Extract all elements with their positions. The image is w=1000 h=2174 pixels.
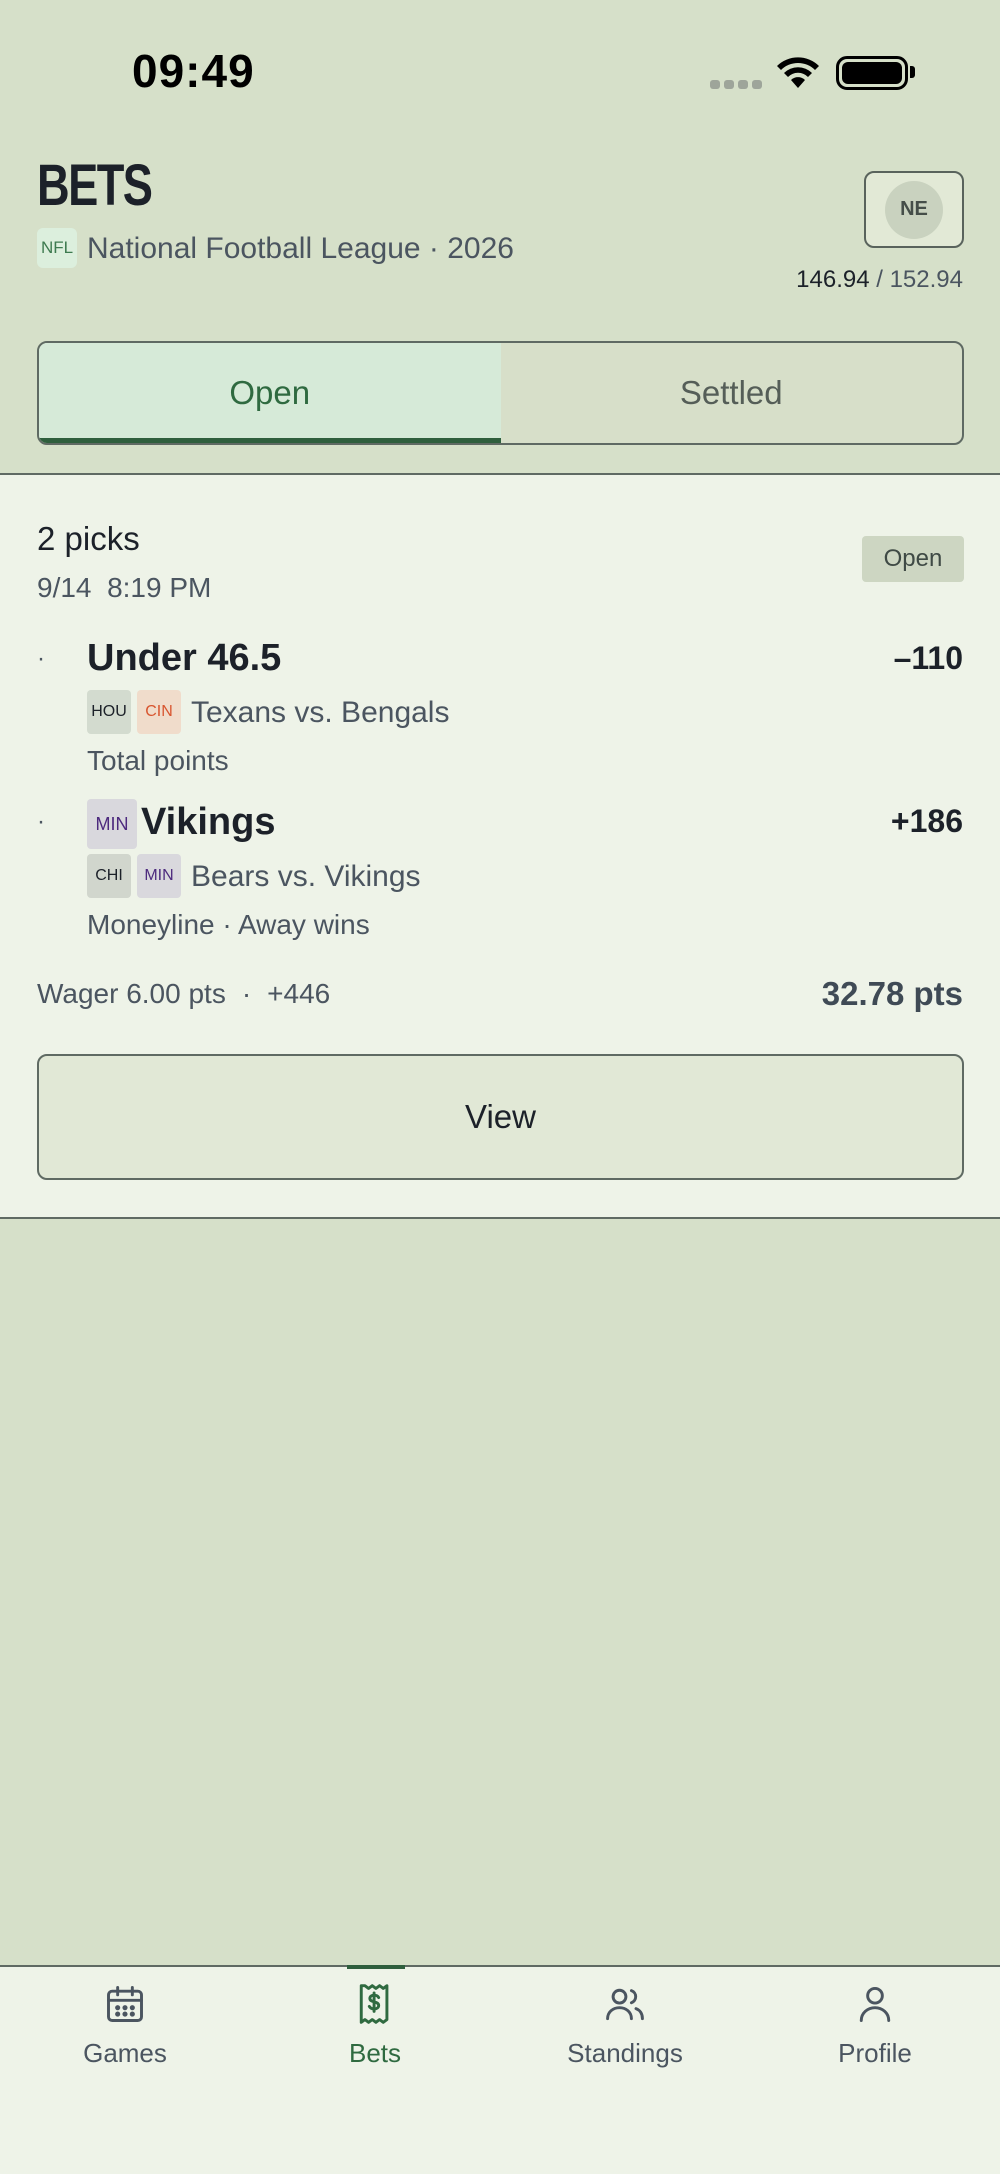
- leg-matchup: Bears vs. Vikings: [191, 860, 421, 893]
- bet-time: 8:19 PM: [107, 572, 212, 603]
- leg-odds: –110: [893, 640, 963, 676]
- points-balance: 146.94 / 152.94: [796, 266, 963, 294]
- team-chip-chi: CHI: [87, 854, 131, 898]
- league-badge: NFL: [37, 228, 77, 268]
- tab-standings[interactable]: Standings: [500, 1982, 750, 2069]
- battery-tip: [910, 66, 915, 78]
- battery-icon: [836, 56, 908, 90]
- tab-open[interactable]: Open: [39, 343, 501, 443]
- user-icon: [859, 1986, 891, 2022]
- receipt-dollar-icon: [359, 1984, 389, 2024]
- points-total: / 152.94: [876, 266, 963, 293]
- leg-market: Total points: [87, 745, 229, 776]
- separator-dot: ·: [241, 978, 252, 1009]
- cellular-signal-icon: [710, 80, 762, 89]
- leg-odds: +186: [890, 803, 963, 839]
- team-chip-cin: CIN: [137, 690, 181, 734]
- leg-title: Under 46.5: [87, 637, 282, 679]
- tab-label: Games: [83, 2038, 167, 2068]
- team-chip-hou: HOU: [87, 690, 131, 734]
- tab-label: Bets: [348, 2038, 402, 2068]
- tab-label: Profile: [838, 2038, 912, 2068]
- view-button[interactable]: View: [37, 1054, 964, 1180]
- leg-bullet: ·: [37, 645, 45, 672]
- users-icon: [606, 1988, 644, 2021]
- league-name: National Football League · 2026: [87, 232, 514, 265]
- tab-label: Standings: [567, 2038, 683, 2068]
- leg-matchup: Texans vs. Bengals: [191, 696, 450, 729]
- tab-profile[interactable]: Profile: [750, 1982, 1000, 2069]
- tab-settled[interactable]: Settled: [501, 343, 963, 443]
- team-chip-min: MIN: [87, 799, 137, 849]
- potential-payout: 32.78 pts: [821, 975, 963, 1012]
- status-badge: Open: [862, 536, 964, 582]
- bet-date: 9/14: [37, 572, 92, 603]
- bets-filter-tabs: Open Settled: [37, 341, 964, 445]
- page-title: BETS: [37, 153, 153, 218]
- wager-summary: Wager 6.00 pts · +446: [37, 978, 330, 1010]
- bet-datetime: 9/14 8:19 PM: [37, 572, 211, 604]
- wager-amount: Wager 6.00 pts: [37, 978, 226, 1009]
- status-time: 09:49: [132, 45, 255, 97]
- leg-title: Vikings: [141, 801, 276, 843]
- points-current: 146.94: [796, 266, 870, 293]
- wifi-icon: [774, 54, 822, 95]
- team-avatar: NE: [885, 180, 943, 239]
- combined-odds: +446: [267, 978, 331, 1009]
- tab-games[interactable]: Games: [0, 1982, 250, 2069]
- leg-market: Moneyline · Away wins: [87, 909, 370, 940]
- tab-bets[interactable]: Bets: [250, 1982, 500, 2069]
- active-tab-indicator: [347, 1965, 405, 1969]
- calendar-icon: [107, 1986, 143, 2022]
- leg-bullet: ·: [37, 808, 45, 835]
- team-chip-min: MIN: [137, 854, 181, 898]
- team-switcher-button[interactable]: NE: [864, 171, 964, 248]
- picks-count: 2 picks: [37, 520, 140, 557]
